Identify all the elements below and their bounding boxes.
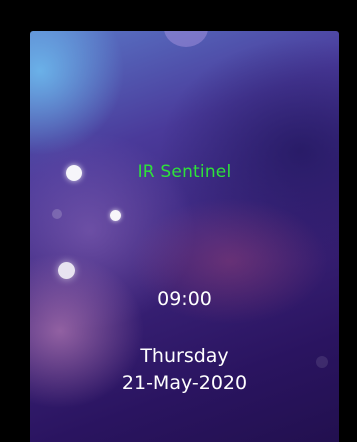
bokeh-orb <box>164 31 208 47</box>
bokeh-orb <box>58 262 75 279</box>
device-frame: IR Sentinel 09:00 Thursday 21-May-2020 <box>0 0 357 442</box>
app-title: IR Sentinel <box>137 162 232 182</box>
weekday-label: Thursday <box>140 345 229 367</box>
bokeh-orb <box>110 210 121 221</box>
bokeh-orb <box>52 209 62 219</box>
clock-time: 09:00 <box>157 288 212 310</box>
date-label: 21-May-2020 <box>121 372 248 394</box>
lock-screen: IR Sentinel 09:00 Thursday 21-May-2020 <box>30 31 339 442</box>
